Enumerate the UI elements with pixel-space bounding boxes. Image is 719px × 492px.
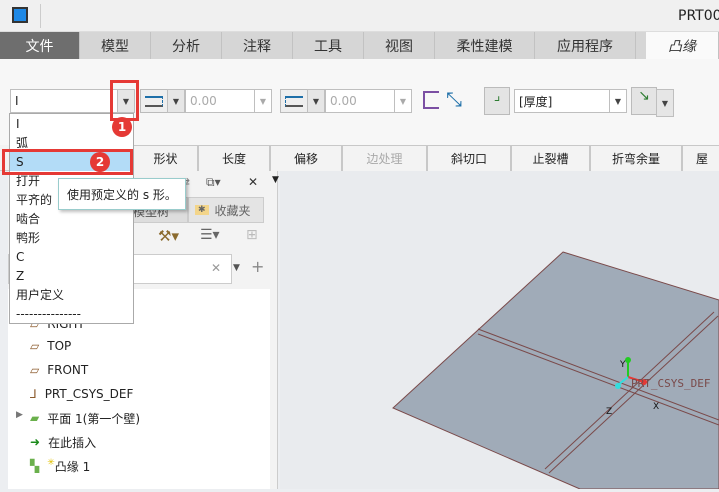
subtab-edge-treatment[interactable]: 边处理 bbox=[342, 145, 427, 171]
tab-flexible-modeling[interactable]: 柔性建模 bbox=[435, 32, 535, 59]
axis-y-label: Y bbox=[619, 360, 626, 370]
option-separator: --------------- bbox=[16, 306, 81, 321]
tree-item-label: TOP bbox=[47, 339, 72, 353]
length2-dropdown[interactable]: ▼ bbox=[394, 89, 412, 113]
shape-value: I bbox=[15, 94, 19, 108]
option-duck[interactable]: 鸭形 bbox=[10, 228, 133, 247]
shape-combo[interactable]: I bbox=[10, 89, 118, 113]
favorites-label: 收藏夹 bbox=[214, 203, 251, 218]
axis-x-label: X bbox=[653, 402, 659, 412]
layout-icon[interactable]: ⧉▾ bbox=[206, 175, 221, 190]
datum-plane-icon: ▱ bbox=[30, 339, 40, 353]
length2-type-dropdown[interactable]: ▼ bbox=[307, 89, 325, 113]
thickness-dropdown[interactable]: ▼ bbox=[609, 89, 627, 113]
subtab-relief[interactable]: 止裂槽 bbox=[511, 145, 590, 171]
axis-z-label: Z bbox=[606, 407, 612, 417]
length2-input[interactable]: 0.00 bbox=[325, 89, 395, 113]
length2-type-icon[interactable] bbox=[280, 89, 308, 113]
length-type-icon[interactable] bbox=[140, 89, 168, 113]
sheetmetal-plate[interactable] bbox=[392, 251, 719, 490]
flange-icon: ▚ bbox=[30, 459, 40, 473]
tree-item-label: 平面 1(第一个壁) bbox=[47, 411, 141, 426]
tab-file[interactable]: 文件 bbox=[0, 32, 80, 59]
tree-item-label: 在此插入 bbox=[48, 435, 97, 450]
step-badge-1: 1 bbox=[112, 117, 132, 137]
tree-item-label: PRT_CSYS_DEF bbox=[44, 387, 134, 401]
close-icon[interactable]: ✕ bbox=[248, 175, 258, 189]
tree-item-label: FRONT bbox=[47, 363, 89, 377]
highlight-box-2 bbox=[2, 149, 133, 175]
shape-dropdown-list: I 弧 S 打开 平齐的 啮合 鸭形 C Z 用户定义 ------------… bbox=[9, 113, 134, 324]
csys-z-dot bbox=[615, 383, 621, 389]
subtab-offset[interactable]: 偏移 bbox=[270, 145, 342, 171]
settings-tools-icon[interactable]: ⚒▾ bbox=[158, 227, 179, 245]
tab-applications[interactable]: 应用程序 bbox=[535, 32, 636, 59]
tree-item-flange[interactable]: ▚ ✳凸缘 1 bbox=[30, 456, 90, 476]
tab-tools[interactable]: 工具 bbox=[293, 32, 364, 59]
flip-direction-icon[interactable]: ⤡ bbox=[446, 87, 462, 111]
highlight-box-1 bbox=[110, 80, 139, 121]
tree-item-label: 凸缘 1 bbox=[54, 459, 91, 474]
tab-flange[interactable]: 凸缘 bbox=[646, 32, 719, 59]
thickness-side-icon[interactable]: ⌟ bbox=[484, 87, 510, 115]
subtab-bend-allowance[interactable]: 折弯余量 bbox=[590, 145, 682, 171]
option-hem[interactable]: 啮合 bbox=[10, 209, 133, 228]
tree-item-front[interactable]: ▱ FRONT bbox=[30, 360, 88, 380]
app-icon[interactable] bbox=[12, 7, 28, 23]
csys-y-dot bbox=[625, 357, 631, 363]
divider bbox=[40, 4, 41, 28]
tab-model[interactable]: 模型 bbox=[80, 32, 151, 59]
subtab-length[interactable]: 长度 bbox=[198, 145, 270, 171]
tree-item-flat-wall[interactable]: ▰ 平面 1(第一个壁) bbox=[30, 408, 140, 428]
csys-label: PRT_CSYS_DEF bbox=[631, 377, 710, 390]
tree-item-top[interactable]: ▱ TOP bbox=[30, 336, 71, 356]
option-z[interactable]: Z bbox=[10, 266, 133, 285]
subtab-properties[interactable]: 屋 bbox=[682, 145, 719, 171]
bend-radius-icon[interactable]: ↘ bbox=[631, 87, 657, 115]
thickness-combo[interactable]: [厚度] bbox=[514, 89, 610, 113]
subtab-shape[interactable]: 形状 bbox=[133, 145, 198, 171]
search-dropdown-icon[interactable]: ▼ bbox=[233, 263, 240, 273]
option-c[interactable]: C bbox=[10, 247, 133, 266]
length1-input[interactable]: 0.00 bbox=[185, 89, 255, 113]
expand-arrow-icon[interactable]: ▶ bbox=[16, 410, 23, 420]
bend-radius-dropdown[interactable]: ▼ bbox=[656, 89, 674, 117]
panel-menu-icon[interactable]: ▼ bbox=[272, 175, 279, 185]
profile-side-icon[interactable] bbox=[423, 91, 439, 109]
new-feature-star-icon: ✳ bbox=[47, 457, 55, 468]
tab-analysis[interactable]: 分析 bbox=[151, 32, 222, 59]
sheetmetal-wall-icon: ▰ bbox=[30, 411, 40, 425]
tooltip: 使用预定义的 s 形。 bbox=[58, 178, 186, 210]
subtab-miter-cut[interactable]: 斜切口 bbox=[427, 145, 511, 171]
tab-favorites[interactable]: ✱ 收藏夹 bbox=[188, 197, 264, 223]
length1-dropdown[interactable]: ▼ bbox=[254, 89, 272, 113]
model-view-svg[interactable]: PRT_CSYS_DEF Y X Z bbox=[280, 171, 719, 490]
step-badge-2: 2 bbox=[90, 152, 110, 172]
csys-icon: ⅃ bbox=[30, 387, 37, 401]
tree-item-insert-here[interactable]: ➜ 在此插入 bbox=[30, 432, 96, 452]
tab-annotate[interactable]: 注释 bbox=[222, 32, 293, 59]
show-list-icon[interactable]: ☰▾ bbox=[200, 227, 220, 243]
ribbon-tabs: 文件 模型 分析 注释 工具 视图 柔性建模 应用程序 凸缘 bbox=[0, 32, 719, 59]
tree-item-csys[interactable]: ⅃ PRT_CSYS_DEF bbox=[30, 384, 133, 404]
tab-view[interactable]: 视图 bbox=[364, 32, 435, 59]
document-title: PRT00 bbox=[678, 8, 719, 24]
insert-arrow-icon: ➜ bbox=[30, 435, 41, 449]
thickness-value: [厚度] bbox=[519, 94, 553, 109]
graphics-viewport[interactable]: PRT_CSYS_DEF Y X Z bbox=[280, 171, 719, 490]
hide-tree-icon[interactable]: ⊞ bbox=[246, 227, 258, 243]
option-user-defined[interactable]: 用户定义 bbox=[10, 285, 133, 304]
length-type-dropdown[interactable]: ▼ bbox=[167, 89, 185, 113]
folder-icon: ✱ bbox=[195, 205, 209, 215]
clear-search-icon[interactable]: ✕ bbox=[211, 261, 221, 275]
title-bar: PRT00 bbox=[0, 0, 719, 32]
add-filter-icon[interactable]: + bbox=[251, 257, 264, 276]
datum-plane-icon: ▱ bbox=[30, 363, 40, 377]
